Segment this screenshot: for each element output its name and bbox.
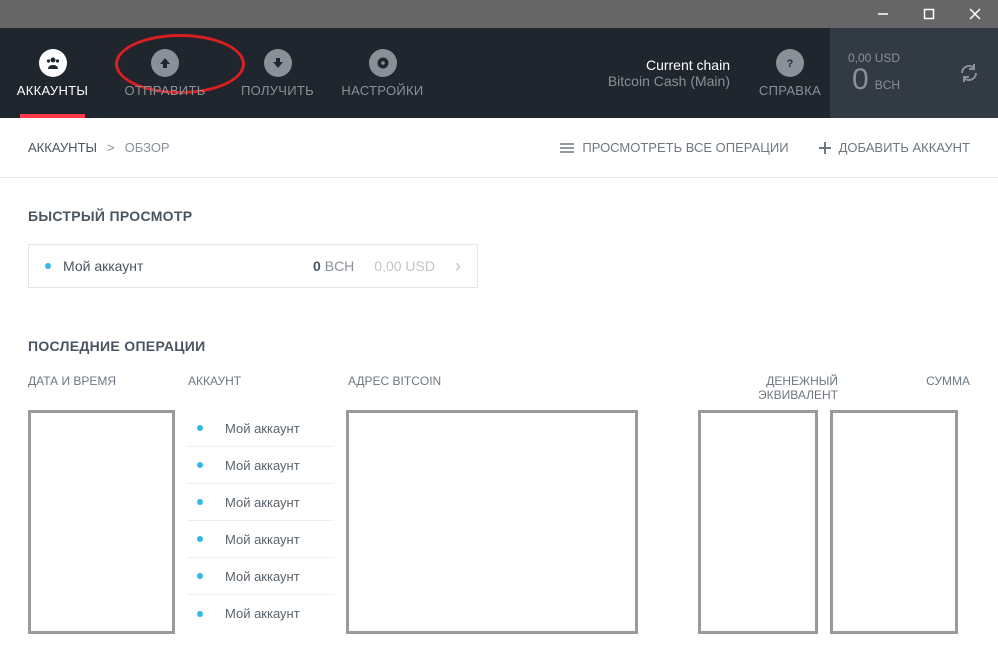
col-header-equiv: ДЕНЕЖНЫЙ ЭКВИВАЛЕНТ [688, 374, 838, 402]
txn-account-name: Мой аккаунт [225, 458, 300, 473]
txn-account-name: Мой аккаунт [225, 495, 300, 510]
chain-info: Current chain Bitcoin Cash (Main) [608, 28, 750, 118]
view-all-label: ПРОСМОТРЕТЬ ВСЕ ОПЕРАЦИИ [582, 140, 788, 155]
breadcrumb-sep: > [107, 140, 115, 155]
svg-text:?: ? [787, 58, 794, 70]
minimize-icon [877, 8, 889, 20]
txn-account-name: Мой аккаунт [225, 421, 300, 436]
arrow-down-icon [264, 49, 292, 77]
nav-accounts-label: АККАУНТЫ [17, 83, 88, 98]
arrow-up-icon [151, 49, 179, 77]
transactions-account-column: Мой аккаунт Мой аккаунт Мой аккаунт Мой … [187, 410, 334, 632]
chain-label: Current chain [646, 57, 730, 73]
add-account-button[interactable]: ДОБАВИТЬ АККАУНТ [819, 140, 970, 155]
table-row[interactable]: Мой аккаунт [187, 484, 334, 521]
redacted-equiv-block [698, 410, 818, 634]
table-row[interactable]: Мой аккаунт [187, 595, 334, 632]
refresh-icon [958, 62, 980, 84]
table-row[interactable]: Мой аккаунт [187, 410, 334, 447]
app-header: АККАУНТЫ ОТПРАВИТЬ ПОЛУЧИТЬ НАСТРОЙКИ Cu… [0, 28, 998, 118]
breadcrumb-current: ОБЗОР [125, 140, 170, 155]
plus-icon [819, 142, 831, 154]
col-header-account: АККАУНТ [188, 374, 348, 402]
nav-help-label: СПРАВКА [759, 83, 821, 98]
minimize-button[interactable] [860, 0, 906, 28]
col-header-sum: СУММА [870, 374, 970, 402]
quickview-balance-usd: 0,00 USD [374, 258, 435, 274]
nav-help[interactable]: ? СПРАВКА [750, 28, 830, 118]
breadcrumb-root[interactable]: АККАУНТЫ [28, 140, 97, 155]
gear-icon [369, 49, 397, 77]
status-dot-icon [197, 462, 203, 468]
status-dot-icon [197, 573, 203, 579]
view-all-transactions-button[interactable]: ПРОСМОТРЕТЬ ВСЕ ОПЕРАЦИИ [560, 140, 788, 155]
quickview-account-row[interactable]: Мой аккаунт 0 BCH 0,00 USD › [28, 244, 478, 288]
status-dot-icon [197, 611, 203, 617]
refresh-button[interactable] [958, 62, 980, 84]
txn-account-name: Мой аккаунт [225, 569, 300, 584]
quickview-title: БЫСТРЫЙ ПРОСМОТР [28, 208, 970, 224]
nav-settings[interactable]: НАСТРОЙКИ [330, 28, 435, 118]
add-account-label: ДОБАВИТЬ АККАУНТ [839, 140, 970, 155]
maximize-button[interactable] [906, 0, 952, 28]
help-icon: ? [776, 49, 804, 77]
list-icon [560, 142, 574, 154]
nav-settings-label: НАСТРОЙКИ [341, 83, 423, 98]
balance-amount: 0 [852, 65, 869, 95]
breadcrumb: АККАУНТЫ > ОБЗОР [28, 140, 170, 155]
txn-account-name: Мой аккаунт [225, 606, 300, 621]
table-row[interactable]: Мой аккаунт [187, 558, 334, 595]
redacted-date-block [28, 410, 175, 634]
balance-panel: 0,00 USD 0 BCH [830, 28, 998, 118]
maximize-icon [923, 8, 935, 20]
users-icon [39, 49, 67, 77]
chain-name: Bitcoin Cash (Main) [608, 73, 730, 89]
transactions-header-row: ДАТА И ВРЕМЯ АККАУНТ АДРЕС BITCOIN ДЕНЕЖ… [28, 374, 970, 402]
nav-send[interactable]: ОТПРАВИТЬ [105, 28, 225, 118]
table-row[interactable]: Мой аккаунт [187, 447, 334, 484]
status-dot-icon [197, 499, 203, 505]
nav-send-label: ОТПРАВИТЬ [124, 83, 205, 98]
close-button[interactable] [952, 0, 998, 28]
table-row[interactable]: Мой аккаунт [187, 521, 334, 558]
nav-accounts[interactable]: АККАУНТЫ [0, 28, 105, 118]
txn-account-name: Мой аккаунт [225, 532, 300, 547]
last-operations-title: ПОСЛЕДНИЕ ОПЕРАЦИИ [28, 338, 970, 354]
balance-currency: BCH [875, 78, 900, 92]
sub-header: АККАУНТЫ > ОБЗОР ПРОСМОТРЕТЬ ВСЕ ОПЕРАЦИ… [0, 118, 998, 178]
transactions-body: Мой аккаунт Мой аккаунт Мой аккаунт Мой … [28, 410, 970, 634]
close-icon [969, 8, 981, 20]
col-header-address: АДРЕС BITCOIN [348, 374, 688, 402]
status-dot-icon [197, 536, 203, 542]
col-header-date: ДАТА И ВРЕМЯ [28, 374, 188, 402]
nav-receive-label: ПОЛУЧИТЬ [241, 83, 314, 98]
redacted-sum-block [830, 410, 958, 634]
window-titlebar [0, 0, 998, 28]
redacted-address-block [346, 410, 638, 634]
quickview-account-name: Мой аккаунт [63, 258, 313, 274]
status-dot-icon [45, 263, 51, 269]
chevron-right-icon: › [455, 256, 461, 277]
content-area: БЫСТРЫЙ ПРОСМОТР Мой аккаунт 0 BCH 0,00 … [0, 178, 998, 666]
nav-receive[interactable]: ПОЛУЧИТЬ [225, 28, 330, 118]
quickview-balance-bch: 0 BCH [313, 258, 354, 274]
balance-figures: 0,00 USD 0 BCH [848, 51, 900, 95]
main-nav: АККАУНТЫ ОТПРАВИТЬ ПОЛУЧИТЬ НАСТРОЙКИ [0, 28, 435, 118]
status-dot-icon [197, 425, 203, 431]
